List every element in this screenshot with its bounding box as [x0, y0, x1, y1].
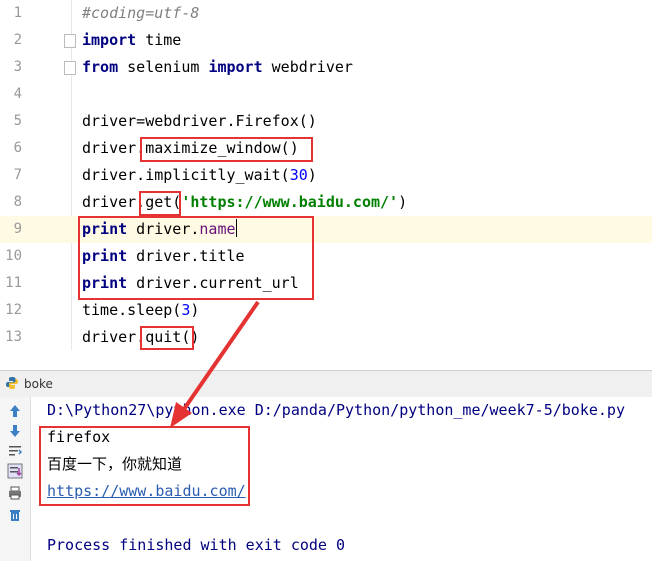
fold-marker-icon[interactable]: [64, 61, 76, 75]
python-icon: [6, 377, 18, 389]
line-number: 2: [13, 32, 22, 48]
line-number: 4: [13, 86, 22, 102]
code-line[interactable]: 12 time.sleep(3): [0, 297, 652, 324]
annotation-box-output: [39, 426, 250, 506]
code-line[interactable]: 13 driver.quit(): [0, 324, 652, 351]
code-text: driver.implicitly_wait(30): [82, 166, 317, 184]
annotation-box-maximize: [140, 137, 313, 162]
annotation-box-get: [139, 191, 181, 216]
line-number: 9: [13, 221, 22, 237]
run-console[interactable]: D:\Python27\python.exe D:/panda/Python/p…: [0, 397, 652, 561]
fold-marker-icon[interactable]: [64, 34, 76, 48]
line-number: 12: [5, 302, 22, 318]
code-line[interactable]: 1 #coding=utf-8: [0, 0, 652, 27]
line-number: 10: [5, 248, 22, 264]
code-text: driver.get('https://www.baidu.com/'): [82, 193, 408, 211]
line-number: 11: [5, 275, 22, 291]
code-line[interactable]: 2 import time: [0, 27, 652, 54]
run-tab-label[interactable]: boke: [24, 377, 53, 391]
trash-icon[interactable]: [7, 507, 23, 523]
run-toolbar: [0, 397, 31, 561]
arrow-down-icon[interactable]: [7, 423, 23, 439]
code-line[interactable]: 7 driver.implicitly_wait(30): [0, 162, 652, 189]
code-text: time.sleep(3): [82, 301, 200, 319]
annotation-box-prints: [78, 216, 314, 300]
run-tool-window-header[interactable]: boke: [0, 370, 652, 398]
line-number: 6: [13, 140, 22, 156]
code-line[interactable]: 3 from selenium import webdriver: [0, 54, 652, 81]
scroll-to-end-icon[interactable]: [7, 463, 23, 479]
arrow-up-icon[interactable]: [7, 403, 23, 419]
code-line[interactable]: 5 driver=webdriver.Firefox(): [0, 108, 652, 135]
line-number: 5: [13, 113, 22, 129]
line-number: 1: [13, 5, 22, 21]
exit-message: Process finished with exit code 0: [47, 536, 346, 554]
line-number: 8: [13, 194, 22, 210]
code-editor[interactable]: 1 #coding=utf-8 2 import time 3 from selenium…: [0, 0, 652, 350]
annotation-box-quit: [140, 326, 194, 350]
code-text: #coding=utf-8: [82, 4, 200, 22]
soft-wrap-icon[interactable]: [7, 443, 23, 459]
print-icon[interactable]: [7, 485, 23, 501]
code-text: import time: [82, 31, 182, 49]
code-line[interactable]: 4: [0, 81, 652, 108]
line-number: 7: [13, 167, 22, 183]
run-command: D:\Python27\python.exe D:/panda/Python/p…: [47, 401, 625, 419]
code-text: from selenium import webdriver: [82, 58, 353, 76]
line-number: 13: [5, 329, 22, 345]
line-number: 3: [13, 59, 22, 75]
code-line[interactable]: 6 driver.maximize_window(): [0, 135, 652, 162]
code-text: driver=webdriver.Firefox(): [82, 112, 317, 130]
code-line[interactable]: 8 driver.get('https://www.baidu.com/'): [0, 189, 652, 216]
